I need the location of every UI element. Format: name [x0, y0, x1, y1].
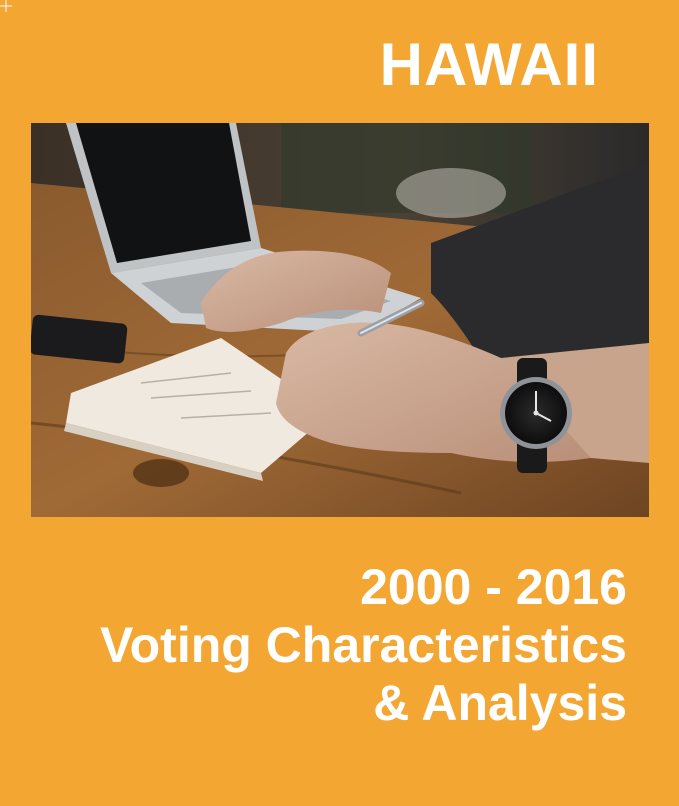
state-title: HAWAII: [379, 31, 599, 98]
report-headline: 2000 - 2016 Voting Characteristics & Ana…: [100, 558, 627, 732]
cover-photo-illustration: [31, 123, 649, 517]
headline-years: 2000 - 2016: [360, 559, 627, 615]
cover-photo: [31, 123, 649, 517]
corner-crosshair-icon: [0, 0, 12, 12]
headline-subtopic: & Analysis: [373, 675, 627, 731]
cover-page: HAWAII 2000 - 2016 Voting Characteristic…: [0, 0, 679, 806]
headline-topic: Voting Characteristics: [99, 617, 627, 673]
